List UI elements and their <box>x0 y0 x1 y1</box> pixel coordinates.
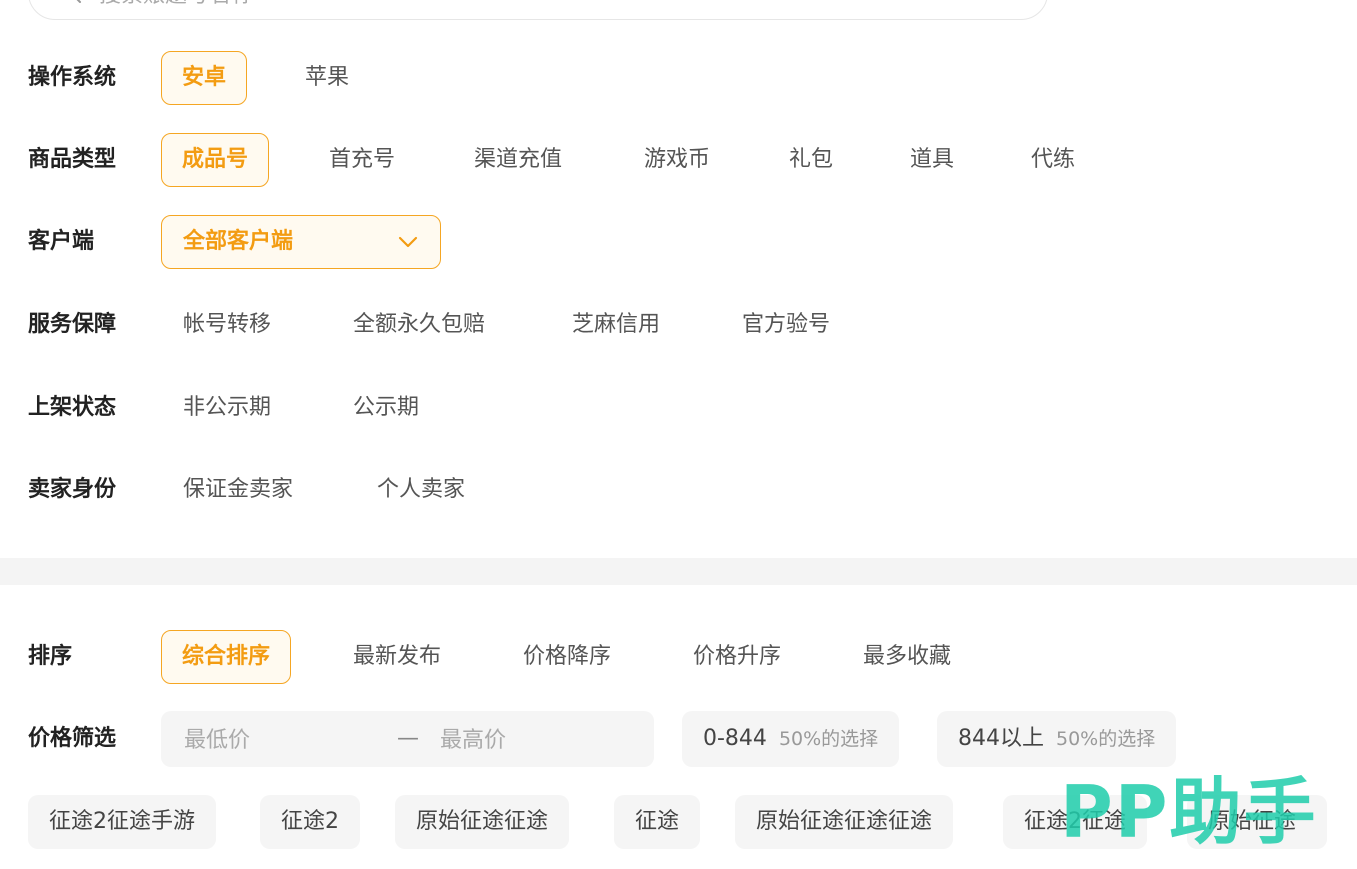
filter-label-listing-status: 上架状态 <box>28 395 117 420</box>
service-option-account-transfer[interactable]: 帐号转移 <box>162 298 292 352</box>
seller-option-personal[interactable]: 个人卖家 <box>356 463 486 517</box>
tag-chip[interactable]: 征途 <box>614 795 701 849</box>
listing-status-option-public[interactable]: 公示期 <box>332 381 440 435</box>
tag-chip[interactable]: 原始征途征途征途 <box>735 795 954 849</box>
tag-chip[interactable]: 征途2征途手游 <box>28 795 216 849</box>
service-option-full-compensation[interactable]: 全额永久包赔 <box>332 298 506 352</box>
search-bar[interactable] <box>28 0 1048 20</box>
client-dropdown-value: 全部客户端 <box>183 229 294 254</box>
os-option-android[interactable]: 安卓 <box>161 51 248 105</box>
filter-label-goods-type: 商品类型 <box>28 147 117 172</box>
os-option-ios[interactable]: 苹果 <box>284 51 370 105</box>
pp-assistant-watermark: PP助手 <box>1060 770 1318 854</box>
price-range-dash: — <box>397 726 419 751</box>
sort-option-comprehensive[interactable]: 综合排序 <box>161 630 292 684</box>
search-input[interactable] <box>97 0 1001 13</box>
goods-type-option-boosting[interactable]: 代练 <box>1010 133 1096 187</box>
filter-row-os: 操作系统 安卓 苹果 <box>0 50 1357 106</box>
goods-type-option-channel-topup[interactable]: 渠道充值 <box>453 133 583 187</box>
sort-option-price-asc[interactable]: 价格升序 <box>672 630 802 684</box>
price-range-chip-low-note: 50%的选择 <box>778 728 879 750</box>
tag-chip[interactable]: 征途2 <box>260 795 360 849</box>
goods-type-option-item[interactable]: 道具 <box>889 133 975 187</box>
service-option-official-verify[interactable]: 官方验号 <box>721 298 851 352</box>
goods-type-option-game-coin[interactable]: 游戏币 <box>623 133 731 187</box>
filter-row-listing-status: 上架状态 非公示期 公示期 <box>0 380 1357 436</box>
filter-label-seller: 卖家身份 <box>28 477 117 502</box>
price-filter-label: 价格筛选 <box>28 726 117 751</box>
goods-type-option-gift-pack[interactable]: 礼包 <box>768 133 854 187</box>
filter-label-os: 操作系统 <box>28 65 117 90</box>
goods-type-option-account[interactable]: 成品号 <box>161 133 270 187</box>
filter-label-service: 服务保障 <box>28 312 117 337</box>
filter-row-client: 客户端 全部客户端 <box>0 214 1357 270</box>
price-range-inputs: — <box>161 711 654 769</box>
client-dropdown[interactable]: 全部客户端 <box>161 215 441 269</box>
listing-status-option-non-public[interactable]: 非公示期 <box>162 381 292 435</box>
price-range-chip-high-range: 844以上 <box>958 726 1044 751</box>
max-price-input[interactable] <box>438 711 642 769</box>
filter-row-goods-type: 商品类型 成品号 首充号 渠道充值 游戏币 礼包 道具 代练 <box>0 132 1357 188</box>
price-range-chip-high-note: 50%的选择 <box>1056 728 1156 750</box>
filter-row-seller: 卖家身份 保证金卖家 个人卖家 <box>0 462 1357 518</box>
chevron-down-icon <box>398 236 418 248</box>
filter-row-service: 服务保障 帐号转移 全额永久包赔 芝麻信用 官方验号 <box>0 297 1357 353</box>
price-filter-row: 价格筛选 — 0-844 50%的选择 844以上 50%的选择 <box>0 711 1357 769</box>
sort-option-price-desc[interactable]: 价格降序 <box>502 630 632 684</box>
search-icon <box>76 0 81 3</box>
price-range-chip-high[interactable]: 844以上 50%的选择 <box>937 711 1177 767</box>
service-option-sesame-credit[interactable]: 芝麻信用 <box>551 298 681 352</box>
sort-label: 排序 <box>28 644 73 669</box>
sort-row: 排序 综合排序 最新发布 价格降序 价格升序 最多收藏 <box>0 629 1357 685</box>
tag-chip[interactable]: 原始征途征途 <box>395 795 570 849</box>
filter-label-client: 客户端 <box>28 229 95 254</box>
seller-option-deposit[interactable]: 保证金卖家 <box>162 463 314 517</box>
price-range-chip-low[interactable]: 0-844 50%的选择 <box>682 711 900 767</box>
price-range-chip-low-range: 0-844 <box>703 726 767 751</box>
sort-option-most-favorited[interactable]: 最多收藏 <box>842 630 972 684</box>
sort-option-newest[interactable]: 最新发布 <box>332 630 462 684</box>
min-price-input[interactable] <box>182 711 386 769</box>
section-divider <box>0 558 1357 585</box>
goods-type-option-first-charge[interactable]: 首充号 <box>308 133 416 187</box>
